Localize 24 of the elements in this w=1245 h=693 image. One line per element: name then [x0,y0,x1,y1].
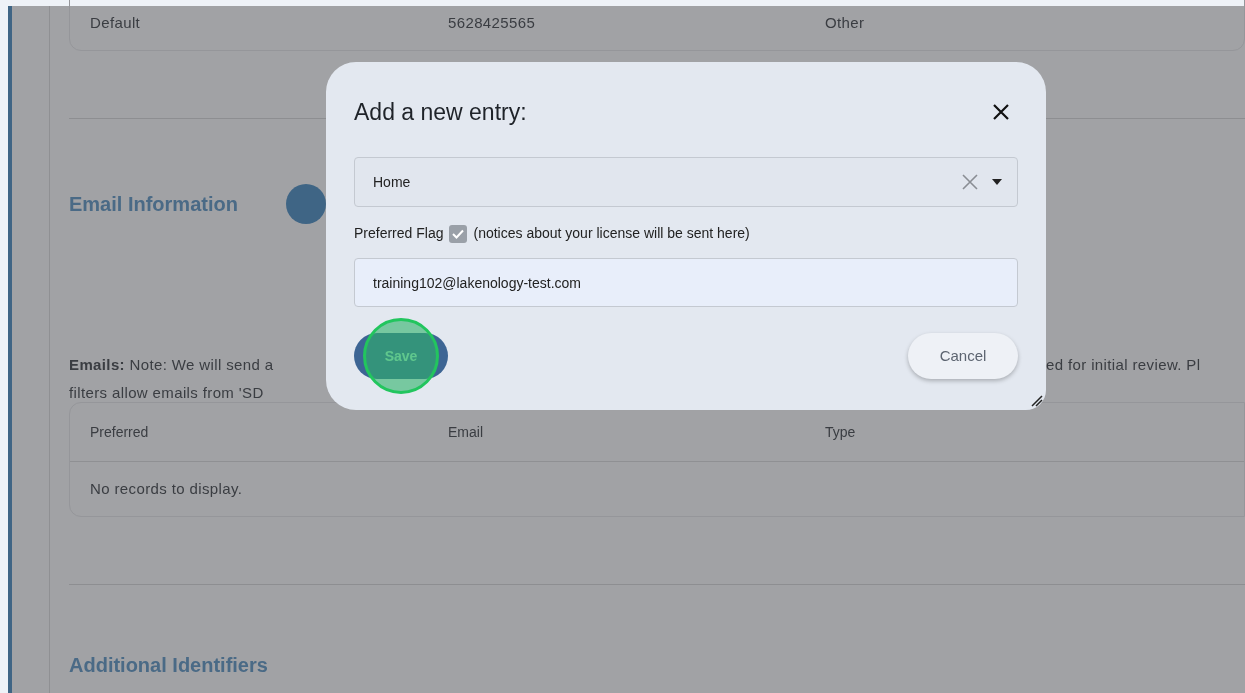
column-header: Preferred [89,422,150,442]
table-cell-text: Other [825,13,866,34]
checkbox[interactable] [449,224,468,243]
caret-icon[interactable] [991,178,1003,186]
table-cell-text: Default [89,13,142,34]
note-text: Emails: Note: We will send a [69,355,275,375]
clear-icon[interactable] [961,173,979,191]
email-field[interactable]: training102@lakenology-test.com [354,258,1018,307]
close-icon[interactable] [992,103,1010,121]
dialog-title: Add a new entry: [354,97,527,127]
section-heading: Email Information [69,192,238,217]
empty-message: No records to display. [90,478,243,499]
column-header: Email [448,422,484,442]
hint-text: (notices about your license will be sent here) [473,224,750,243]
column-header: Type [825,422,857,442]
note-text: filters allow emails from 'SD [69,383,265,403]
type-select[interactable]: Home [354,157,1018,207]
note-text: ed for initial review. Pl [1046,355,1201,375]
section-heading: Additional Identifiers [69,653,269,678]
cancel-button[interactable]: Cancel [908,333,1018,379]
table-cell-text: 5628425565 [448,13,537,34]
resize-handle-icon[interactable] [1030,394,1044,408]
checkbox-label: Preferred Flag [354,224,444,243]
check-icon [452,228,465,239]
